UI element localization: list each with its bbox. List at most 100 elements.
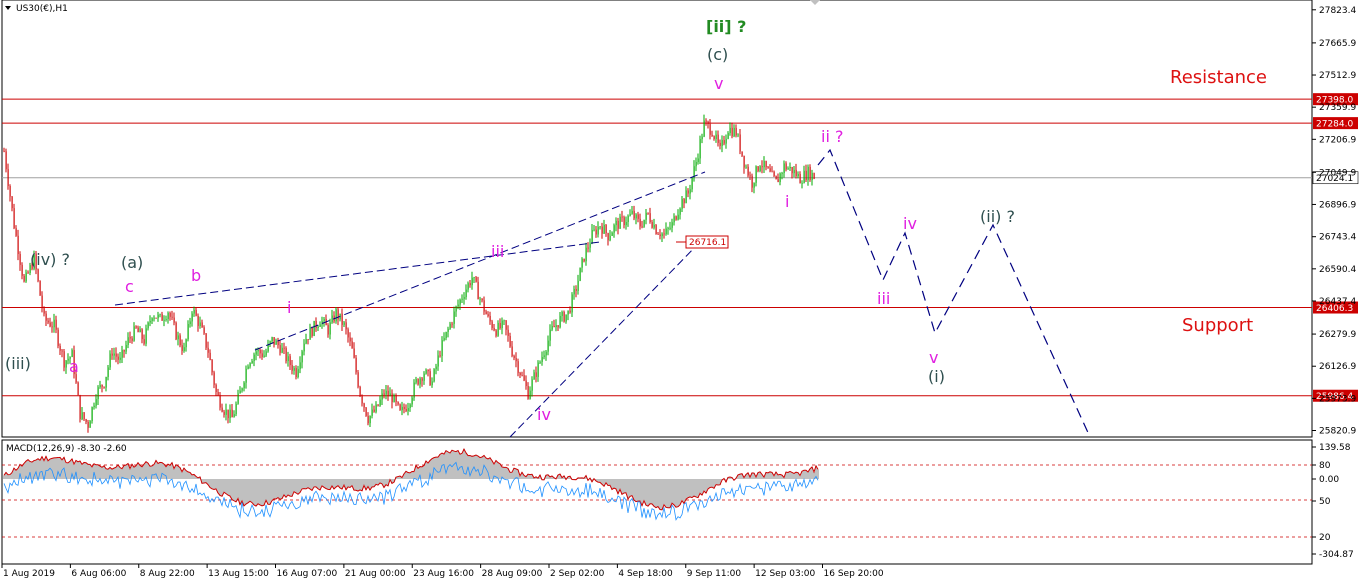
candle-body [47,320,49,323]
candle-body [503,320,505,322]
candle-body [187,324,189,340]
wave-label: i [287,298,291,317]
candle-body [725,138,727,144]
candle-body [573,288,575,295]
chart-svg[interactable]: 26716.1 Resistance Support [ii] ? (c) v ii ? i… [0,0,1363,582]
candle-body [811,173,813,180]
candle-body [527,386,529,399]
candle-body [409,404,411,409]
price-tick-label: 26743.4 [1319,233,1356,243]
candle-body [797,174,799,177]
candle-body [397,401,399,405]
wave-label: (ii) ? [980,207,1015,226]
candle-body [509,335,511,347]
candle-body [789,167,791,169]
candle-body [645,212,647,220]
candle-body [281,347,283,353]
candle-body [625,222,627,226]
candle-body [701,136,703,140]
candle-body [729,127,731,134]
candle-body [399,404,401,411]
candle-body [215,384,217,393]
candle-body [587,247,589,249]
candle-body [349,337,351,342]
candle-body [239,390,241,394]
candle-body [791,167,793,174]
candle-body [135,326,137,328]
candle-body [117,356,119,360]
candle-body [293,368,295,371]
candle-body [813,173,815,179]
candle-body [195,309,197,316]
candle-body [181,345,183,351]
candle-body [505,320,507,330]
candle-body [661,233,663,237]
wave-label: iii [491,242,504,261]
date-tick-label: 1 Aug 2019 [3,569,55,579]
candle-body [141,329,143,340]
candle-body [731,127,733,137]
candle-body [437,355,439,367]
candle-body [623,217,625,226]
candle-body [365,407,367,416]
candle-body [231,409,233,418]
candle-body [159,314,161,316]
chart-window[interactable]: 26716.1 Resistance Support [ii] ? (c) v ii ? i… [0,0,1363,582]
candle-body [389,393,391,397]
candle-body [347,329,349,338]
candle-body [529,390,531,399]
candle-body [461,298,463,300]
candle-body [787,168,789,170]
candle-body [483,300,485,312]
candle-body [103,386,105,388]
candle-body [511,346,513,356]
candle-body [153,317,155,319]
candle-body [579,267,581,281]
candle-body [327,325,329,335]
price-tick-label: 26437.4 [1319,297,1356,307]
candle-body [55,319,57,330]
candle-body [709,124,711,135]
macd-tick-label: 50 [1319,497,1331,507]
candle-body [243,382,245,389]
candle-body [451,323,453,325]
candle-body [667,228,669,229]
candle-body [163,319,165,321]
candle-body [173,317,175,323]
candle-body [515,358,517,362]
candle-body [307,339,309,340]
candle-body [127,337,129,345]
candle-body [259,349,261,354]
candle-body [395,395,397,402]
candle-body [227,409,229,419]
candle-body [641,226,643,228]
candle-body [501,320,503,329]
price-tick-label: 26126.9 [1319,362,1356,372]
candle-body [165,318,167,320]
candle-body [695,162,697,167]
candle-body [355,357,357,373]
candle-body [279,345,281,353]
candle-body [429,371,431,386]
price-tick-label: 27049.9 [1319,168,1356,178]
candle-body [37,269,39,281]
candle-body [209,352,211,360]
candle-body [13,208,15,229]
candle-body [723,140,725,144]
candle-body [11,196,13,209]
candle-body [609,235,611,241]
date-tick-label: 13 Aug 15:00 [208,569,269,579]
candle-body [607,233,609,241]
candle-body [707,121,709,125]
candle-body [557,325,559,328]
candle-body [703,120,705,137]
candle-body [43,308,45,314]
candle-body [465,289,467,298]
candle-body [83,412,85,420]
candle-body [779,173,781,183]
candle-body [155,317,157,319]
resistance-label: Resistance [1170,67,1267,88]
candle-body [235,403,237,415]
candle-body [201,322,203,328]
candle-body [555,325,557,328]
